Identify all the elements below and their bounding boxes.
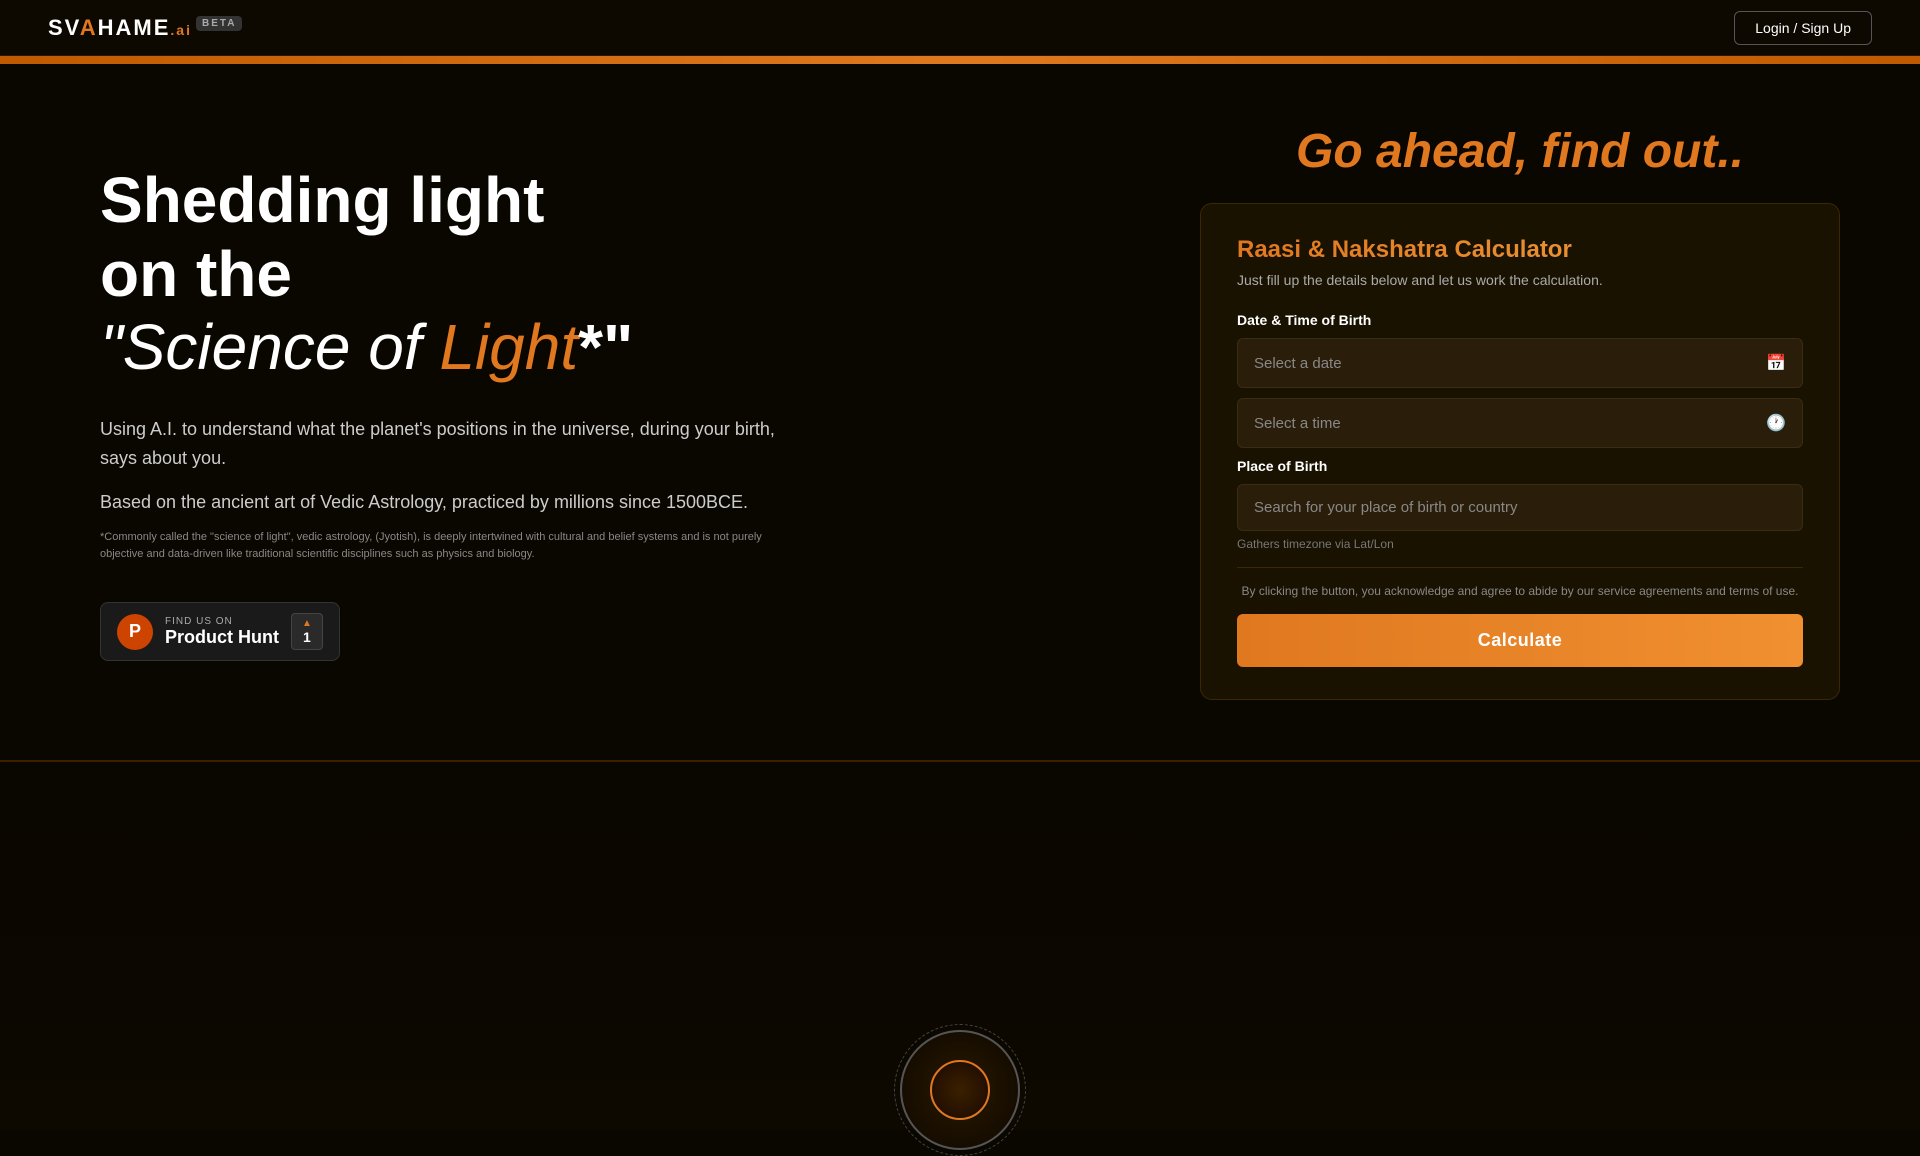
product-hunt-text: FIND US ON Product Hunt — [165, 616, 279, 648]
login-button[interactable]: Login / Sign Up — [1734, 11, 1872, 45]
timezone-note: Gathers timezone via Lat/Lon — [1237, 537, 1803, 551]
icon-rings — [894, 1024, 1026, 1156]
place-birth-section: Place of Birth Gathers timezone via Lat/… — [1237, 458, 1803, 551]
logo-ai: .ai — [170, 22, 192, 38]
date-input-wrapper[interactable]: 📅 — [1237, 338, 1803, 388]
date-time-section: Date & Time of Birth 📅 🕐 — [1237, 312, 1803, 448]
headline-line1: Shedding light — [100, 164, 544, 236]
description: Using A.I. to understand what the planet… — [100, 415, 780, 473]
logo-sv: SV — [48, 15, 80, 40]
date-time-label: Date & Time of Birth — [1237, 312, 1803, 328]
product-hunt-icon: P — [117, 614, 153, 650]
terms-text: By clicking the button, you acknowledge … — [1237, 584, 1803, 598]
footer-area — [0, 760, 1920, 1130]
left-section: Shedding light on the "Science of Light*… — [100, 124, 860, 661]
logo: SVAHAME.ai BETA — [48, 15, 242, 41]
orange-bar — [0, 56, 1920, 64]
main-content: Shedding light on the "Science of Light*… — [0, 64, 1920, 760]
product-hunt-badge[interactable]: P FIND US ON Product Hunt ▲ 1 — [100, 602, 340, 661]
based-on: Based on the ancient art of Vedic Astrol… — [100, 492, 780, 513]
headline: Shedding light on the "Science of Light*… — [100, 164, 860, 385]
calendar-icon: 📅 — [1766, 353, 1786, 373]
go-ahead-title: Go ahead, find out.. — [1200, 124, 1840, 179]
headline-line2: on the — [100, 238, 292, 310]
product-hunt-find-us: FIND US ON — [165, 616, 279, 627]
time-input[interactable] — [1254, 415, 1766, 432]
date-input[interactable] — [1254, 355, 1766, 372]
place-birth-input[interactable] — [1237, 484, 1803, 531]
clock-icon: 🕐 — [1766, 413, 1786, 433]
divider — [1237, 567, 1803, 568]
product-hunt-count: ▲ 1 — [291, 613, 323, 650]
logo-hame: HAME — [98, 15, 171, 40]
logo-a: A — [80, 15, 98, 40]
place-birth-label: Place of Birth — [1237, 458, 1803, 474]
right-section: Go ahead, find out.. Raasi & Nakshatra C… — [1200, 124, 1840, 700]
calculator-title: Raasi & Nakshatra Calculator — [1237, 236, 1803, 264]
calculate-button[interactable]: Calculate — [1237, 614, 1803, 667]
logo-area: SVAHAME.ai BETA — [48, 15, 242, 41]
headline-suffix: *" — [578, 311, 633, 383]
headline-orange: Light — [439, 311, 578, 383]
calculator-subtitle: Just fill up the details below and let u… — [1237, 272, 1803, 288]
header: SVAHAME.ai BETA Login / Sign Up — [0, 0, 1920, 56]
bottom-decorative-icon — [900, 1030, 1020, 1150]
calculator-card: Raasi & Nakshatra Calculator Just fill u… — [1200, 203, 1840, 700]
time-input-wrapper[interactable]: 🕐 — [1237, 398, 1803, 448]
fine-print: *Commonly called the "science of light",… — [100, 529, 780, 562]
beta-badge: BETA — [196, 16, 242, 31]
upvote-arrow-icon: ▲ — [302, 618, 312, 629]
product-hunt-name: Product Hunt — [165, 627, 279, 648]
headline-italic: "Science of — [100, 311, 439, 383]
product-hunt-number: 1 — [303, 629, 311, 645]
